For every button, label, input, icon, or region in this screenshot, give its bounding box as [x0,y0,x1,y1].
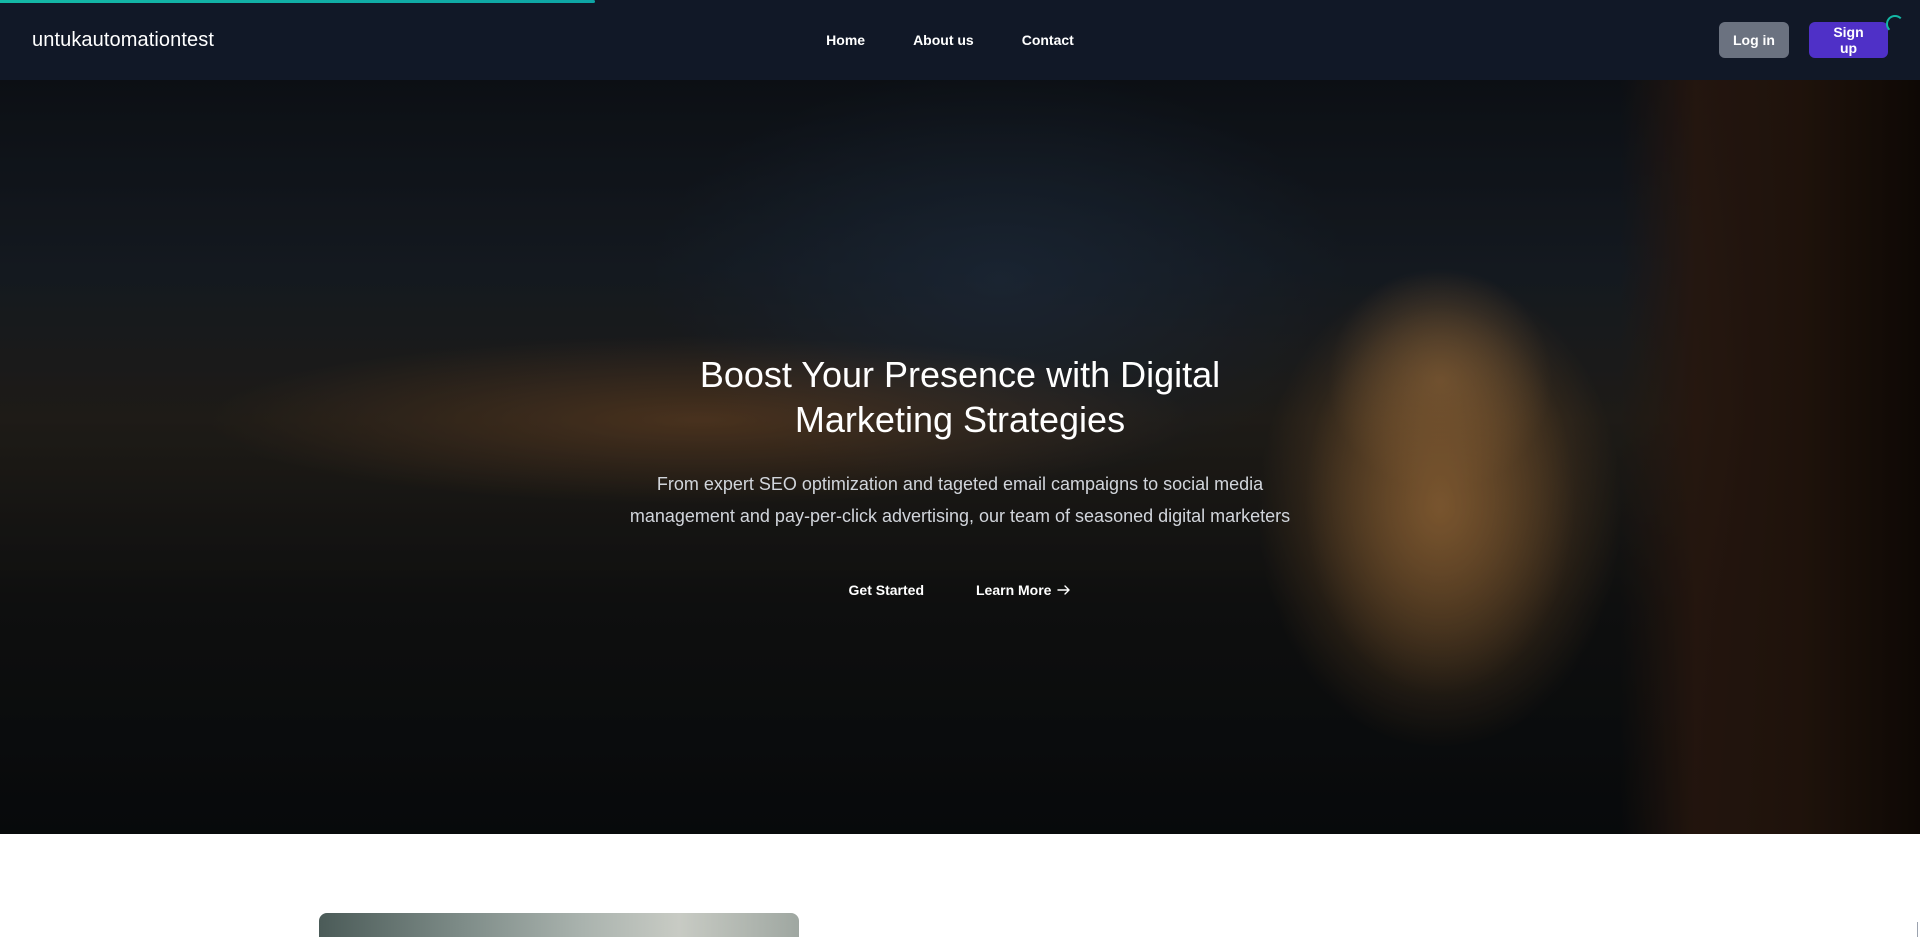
main-nav: Home About us Contact [0,0,1920,80]
feature-image [319,913,799,937]
get-started-link[interactable]: Get Started [843,576,930,604]
progress-fill [0,0,596,3]
hero-title: Boost Your Presence with Digital Marketi… [699,354,1221,440]
nav-link-home[interactable]: Home [802,24,889,56]
top-navbar: untukautomationtest Home About us Contac… [0,0,1920,80]
hero-content: Boost Your Presence with Digital Marketi… [0,352,1920,604]
learn-more-label: Learn More [976,582,1052,598]
auth-buttons: Log in Sign up [1719,22,1888,58]
hero-section: Boost Your Presence with Digital Marketi… [0,80,1920,834]
arrow-right-icon [1057,585,1071,595]
hero-description: From expert SEO optimization and tageted… [629,474,1291,526]
nav-link-contact[interactable]: Contact [998,24,1098,56]
hero-actions: Get Started Learn More [0,576,1920,604]
nav-link-about-us[interactable]: About us [889,24,998,56]
page-edge-marker [1917,922,1918,937]
loading-spinner-icon [1886,15,1904,33]
page-loading-progress-bar [0,0,1920,3]
learn-more-link[interactable]: Learn More [970,576,1077,604]
login-button[interactable]: Log in [1719,22,1789,58]
get-started-label: Get Started [848,582,924,598]
signup-button[interactable]: Sign up [1809,22,1888,58]
content-section [0,834,1920,937]
brand-name[interactable]: untukautomationtest [32,29,214,52]
